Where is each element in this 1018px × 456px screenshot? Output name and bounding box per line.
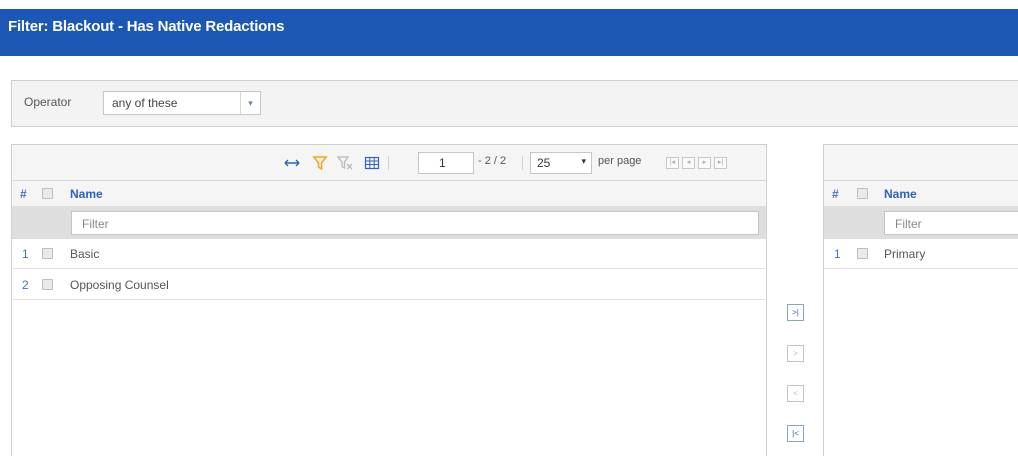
move-all-right-button[interactable]: >| — [787, 304, 804, 321]
row-number: 2 — [22, 278, 29, 292]
per-page-label: per page — [598, 155, 642, 167]
row-checkbox[interactable] — [42, 279, 53, 290]
page-number-input[interactable]: 1 — [418, 152, 474, 174]
table-row[interactable]: 1 Primary — [824, 239, 1018, 269]
clear-filter-icon[interactable] — [336, 154, 354, 172]
page-range: - 2 / 2 — [478, 155, 507, 167]
move-right-button[interactable]: > — [787, 345, 804, 362]
row-checkbox[interactable] — [857, 248, 868, 259]
page-number-value: 1 — [439, 156, 446, 170]
grid-header-row: # Name — [824, 181, 1018, 207]
dialog-title: Filter: Blackout - Has Native Redactions — [8, 18, 285, 35]
per-page-value: 25 — [537, 156, 551, 170]
title-bar: Filter: Blackout - Has Native Redactions — [0, 0, 1018, 56]
move-left-button[interactable]: < — [787, 385, 804, 402]
first-page-button[interactable]: |◂ — [666, 157, 679, 169]
resize-icon[interactable] — [283, 154, 301, 172]
move-all-left-button[interactable]: |< — [787, 425, 804, 442]
filter-icon[interactable] — [311, 154, 329, 172]
row-number: 1 — [22, 247, 29, 261]
chevron-down-icon: ▾ — [240, 92, 260, 114]
row-checkbox[interactable] — [42, 248, 53, 259]
row-name: Opposing Counsel — [70, 278, 169, 292]
grid-toolbar — [824, 145, 1018, 181]
columns-icon[interactable] — [363, 154, 381, 172]
name-column-header[interactable]: Name — [70, 187, 103, 201]
selected-items-grid: # Name Filter 1 Primary — [823, 144, 1018, 456]
last-page-button[interactable]: ▸| — [714, 157, 727, 169]
name-column-header[interactable]: Name — [884, 187, 917, 201]
operator-label: Operator — [24, 95, 72, 109]
name-filter-input[interactable]: Filter — [884, 211, 1018, 235]
operator-select-value: any of these — [112, 96, 178, 110]
grid-header-row: # Name — [12, 181, 766, 207]
toolbar-divider — [388, 156, 389, 170]
grid-filter-row: Filter — [12, 207, 766, 239]
filter-placeholder: Filter — [895, 217, 922, 231]
filter-placeholder: Filter — [82, 217, 109, 231]
row-name: Primary — [884, 247, 926, 261]
name-filter-input[interactable]: Filter — [71, 211, 759, 235]
row-number-header: # — [20, 187, 27, 201]
toolbar-divider — [522, 156, 523, 170]
row-number-header: # — [832, 187, 839, 201]
select-all-checkbox[interactable] — [857, 188, 868, 199]
available-items-grid: 1 - 2 / 2 25 ▾ per page |◂ ◂ ▸ ▸| # Name… — [11, 144, 767, 456]
prev-page-button[interactable]: ◂ — [682, 157, 695, 169]
grid-filter-row: Filter — [824, 207, 1018, 239]
per-page-select[interactable]: 25 ▾ — [530, 152, 592, 174]
grid-toolbar: 1 - 2 / 2 25 ▾ per page |◂ ◂ ▸ ▸| — [12, 145, 766, 181]
row-name: Basic — [70, 247, 100, 261]
operator-select[interactable]: any of these ▾ — [103, 91, 261, 115]
table-row[interactable]: 1 Basic — [12, 239, 766, 269]
caret-down-icon: ▾ — [581, 156, 586, 166]
operator-bar: Operator any of these ▾ — [11, 80, 1018, 127]
table-row[interactable]: 2 Opposing Counsel — [12, 270, 766, 300]
next-page-button[interactable]: ▸ — [698, 157, 711, 169]
select-all-checkbox[interactable] — [42, 188, 53, 199]
row-number: 1 — [834, 247, 841, 261]
